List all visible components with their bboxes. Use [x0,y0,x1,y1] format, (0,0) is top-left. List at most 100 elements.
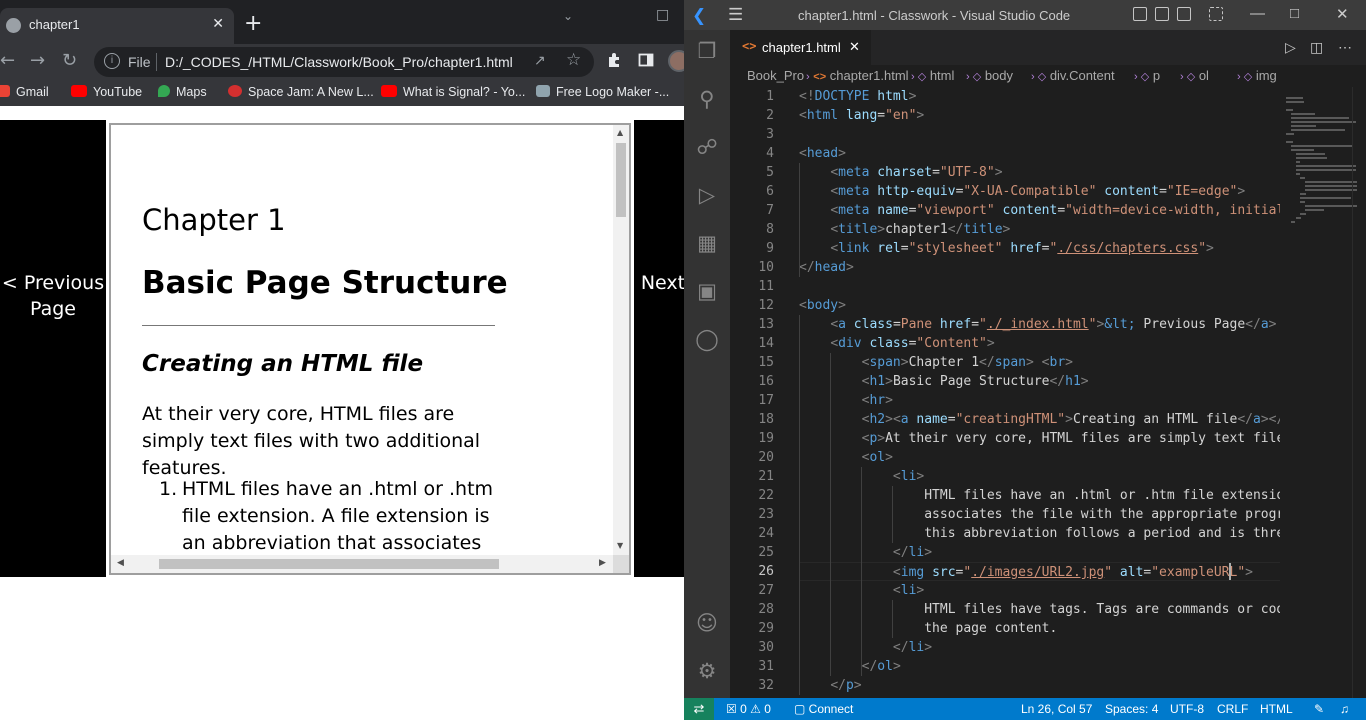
settings-gear-icon[interactable]: ⚙ [694,658,720,684]
editor-tab-chapter1[interactable]: <> chapter1.html ✕ [730,30,871,65]
toggle-panel-icon[interactable] [1155,7,1169,21]
breadcrumb-item[interactable]: Book_Pro [747,68,804,83]
extensions-icon[interactable]: ▦ [694,230,720,256]
browser-tab[interactable]: chapter1 ✕ [0,8,234,44]
code-line[interactable]: </li> [799,638,932,657]
share-icon[interactable]: ↗ [534,52,546,69]
accounts-icon[interactable]: ☺ [694,610,720,636]
breadcrumb-item[interactable]: › ◇ ol [1180,68,1209,83]
code-line[interactable]: </head> [799,258,854,277]
bookmark-signal[interactable]: What is Signal? - Yo... [381,85,525,99]
new-tab-button[interactable]: + [244,13,262,35]
menu-icon[interactable]: ☰ [728,5,743,25]
bookmark-maps[interactable]: Maps [158,85,207,99]
bookmark-logo-maker[interactable]: Free Logo Maker -... [536,85,669,99]
close-editor-icon[interactable]: ✕ [849,39,860,55]
code-line[interactable]: <hr> [799,391,893,410]
code-line[interactable]: <!DOCTYPE html> [799,87,916,106]
bookmark-gmail[interactable]: Gmail [0,85,49,99]
code-line[interactable]: HTML files have an .html or .htm file ex… [799,486,1280,505]
remote-indicator-icon[interactable]: ⇄ [684,698,714,720]
code-line[interactable]: <h1>Basic Page Structure</h1> [799,372,1089,391]
scroll-up-icon[interactable]: ▲ [617,128,623,137]
code-line[interactable]: </p> [799,676,861,695]
run-icon[interactable]: ▷ [1285,39,1296,56]
code-line[interactable]: <p>At their very core, HTML files are si… [799,429,1280,448]
toggle-primary-sidebar-icon[interactable] [1133,7,1147,21]
horizontal-scroll-thumb[interactable] [159,559,499,569]
database-icon[interactable]: ◯ [694,326,720,352]
code-line[interactable]: <html lang="en"> [799,106,924,125]
forward-icon[interactable]: → [30,50,45,71]
bookmark-space-jam[interactable]: Space Jam: A New L... [228,85,374,99]
customize-layout-icon[interactable] [1209,7,1223,21]
section-heading-link[interactable]: Creating an HTML file [142,351,423,377]
code-area[interactable]: <!DOCTYPE html> <html lang="en"> <head> <m… [799,87,1280,698]
split-editor-icon[interactable]: ◫ [1310,39,1323,56]
breadcrumb-item[interactable]: › ◇ body [966,68,1013,83]
maximize-icon[interactable]: □ [1290,5,1299,22]
back-icon[interactable]: ← [0,50,15,71]
eol-setting[interactable]: CRLF [1217,702,1248,716]
code-line[interactable]: this abbreviation follows a period and i… [799,524,1280,543]
extensions-icon[interactable] [606,52,622,72]
close-window-icon[interactable]: ✕ [1336,5,1349,23]
address-url[interactable]: D:/_CODES_/HTML/Classwork/Book_Pro/chapt… [165,54,513,70]
code-line[interactable]: <ol> [799,448,893,467]
info-icon[interactable]: i [104,53,120,69]
language-mode[interactable]: HTML [1260,702,1293,716]
code-line[interactable]: <span>Chapter 1</span> <br> [799,353,1073,372]
breadcrumb-item[interactable]: › <> chapter1.html [806,68,909,83]
scroll-down-icon[interactable]: ▼ [617,541,623,550]
code-line[interactable]: </ol> [799,657,901,676]
code-line[interactable]: <body> [799,296,846,315]
side-panel-icon[interactable] [638,52,654,72]
indentation-setting[interactable]: Spaces: 4 [1105,702,1158,716]
close-tab-icon[interactable]: ✕ [212,15,224,32]
code-line[interactable]: HTML files have tags. Tags are commands … [799,600,1280,619]
explorer-icon[interactable]: ❐ [694,38,720,64]
remote-explorer-icon[interactable]: ▣ [694,278,720,304]
feedback-icon[interactable]: ✎ [1314,702,1324,716]
code-editor[interactable]: 1 2 3 4 5 6 7 8 9 10 11 12 13 14 15 16 17 18 19 20 21 22 23 24 2… [730,87,1366,698]
breadcrumb-item[interactable]: › ◇ img [1237,68,1277,83]
bookmark-youtube[interactable]: YouTube [71,85,142,99]
code-line[interactable]: <h2><a name="creatingHTML">Creating an H… [799,410,1280,429]
scroll-right-icon[interactable]: ▶ [599,558,606,568]
vertical-scrollbar[interactable]: ▲ ▼ [613,125,629,555]
code-line[interactable]: <a class=Pane href="./_index.html">&lt; … [799,315,1276,334]
profile-avatar[interactable] [668,50,684,72]
search-icon[interactable]: ⚲ [694,86,720,112]
breadcrumb-item[interactable]: › ◇ html [911,68,954,83]
encoding-setting[interactable]: UTF-8 [1170,702,1204,716]
connect-button[interactable]: ▢ Connect [794,702,853,716]
code-line[interactable]: <title>chapter1</title> [799,220,1010,239]
previous-page-link[interactable]: < Previous Page [0,120,106,577]
code-line[interactable]: <div class="Content"> [799,334,994,353]
toggle-secondary-sidebar-icon[interactable] [1177,7,1191,21]
problems-indicator[interactable]: ☒ 0 ⚠ 0 [726,702,771,716]
address-bar[interactable]: i File D:/_CODES_/HTML/Classwork/Book_Pr… [94,47,594,77]
horizontal-scrollbar[interactable]: ◀ ▶ [111,555,613,573]
code-line[interactable]: <link rel="stylesheet" href="./css/chapt… [799,239,1214,258]
notifications-bell-icon[interactable]: ♫ [1340,702,1349,716]
run-debug-icon[interactable]: ▷ [694,182,720,208]
code-line[interactable]: <head> [799,144,846,163]
next-page-link[interactable]: Next Page [634,120,684,577]
code-line[interactable]: <meta http-equiv="X-UA-Compatible" conte… [799,182,1245,201]
tab-search-icon[interactable]: ⌄ [563,9,573,23]
breadcrumb-item[interactable]: › ◇ div.Content [1031,68,1115,83]
source-control-icon[interactable]: ☍ [694,134,720,160]
vertical-scroll-thumb[interactable] [616,143,626,217]
code-line[interactable]: associates the file with the appropriate… [799,505,1280,524]
reload-icon[interactable]: ↻ [62,50,77,71]
code-line[interactable]: <meta name="viewport" content="width=dev… [799,201,1280,220]
more-actions-icon[interactable]: ⋯ [1338,39,1352,56]
breadcrumb-item[interactable]: › ◇ p [1134,68,1160,83]
bookmark-star-icon[interactable]: ☆ [566,50,581,70]
scroll-left-icon[interactable]: ◀ [117,558,124,568]
code-line[interactable]: </li> [799,543,932,562]
code-line[interactable]: the page content. [799,619,1057,638]
minimize-icon[interactable]: — [1250,5,1265,22]
code-line[interactable]: <img src="./images/URL2.jpg" alt="exampl… [799,562,1280,581]
